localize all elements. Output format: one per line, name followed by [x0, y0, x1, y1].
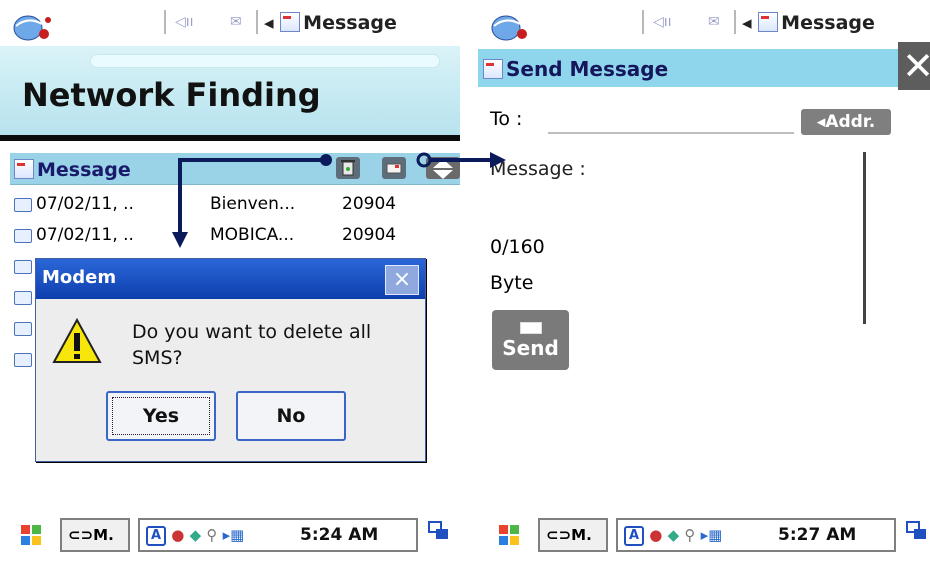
desktop-icon[interactable]	[904, 518, 930, 552]
separator	[256, 10, 258, 34]
network-globe-icon[interactable]	[10, 8, 54, 42]
message-doc-icon	[483, 59, 503, 79]
send-message-title: Send Message	[483, 57, 668, 81]
message-number: 20904	[342, 194, 397, 214]
right-screen: ◁ıı ✉ ◂ Message Send Message ✕ To : ◂Add…	[478, 0, 930, 580]
power-plug-icon[interactable]: ⚲	[206, 526, 217, 544]
message-app-icon	[280, 12, 301, 32]
send-button[interactable]: Send	[492, 310, 569, 370]
message-envelope-icon	[14, 291, 32, 305]
message-envelope-icon	[14, 322, 32, 336]
keyboard-tray-icon[interactable]: ▸▦	[701, 526, 723, 544]
message-text: Bienven...	[210, 194, 296, 214]
clock[interactable]: 5:27 AM	[778, 525, 856, 545]
close-button[interactable]: ✕	[898, 42, 930, 90]
taskbar: ⊂⊃M. A ● ◆ ⚲ ▸▦ 5:24 AM	[0, 514, 460, 556]
network-globe-icon[interactable]	[488, 8, 532, 42]
power-plug-icon[interactable]: ⚲	[684, 526, 695, 544]
message-scrollbar[interactable]	[863, 152, 866, 324]
connection-tray-icon[interactable]: ◆	[668, 526, 680, 544]
left-screen: ◁ıı ✉ ◂ Message Network Finding Message …	[0, 0, 460, 580]
address-book-button[interactable]: ◂Addr.	[801, 109, 891, 135]
message-label: Message :	[490, 158, 586, 180]
warning-icon	[52, 317, 102, 363]
network-tray-icon[interactable]: ●	[649, 526, 662, 544]
speaker-icon[interactable]: ◁ıı	[653, 14, 672, 30]
banner-decoration	[90, 54, 440, 68]
message-number: 20904	[342, 225, 397, 245]
taskbar-app[interactable]: ⊂⊃M.	[60, 518, 130, 552]
window-switch-icon	[906, 521, 926, 539]
send-button-label: Send	[502, 336, 559, 360]
top-bar: ◁ıı ✉ ◂ Message	[478, 0, 930, 46]
message-envelope-icon	[14, 198, 32, 212]
message-date: 07/02/11, ..	[36, 194, 134, 214]
separator	[734, 10, 736, 34]
input-mode-icon[interactable]: A	[146, 525, 166, 546]
trash-icon	[341, 160, 355, 176]
send-message-header: Send Message	[478, 49, 930, 87]
yes-button[interactable]: Yes	[106, 391, 216, 441]
taskbar-app[interactable]: ⊂⊃M.	[538, 518, 608, 552]
app-switch[interactable]: ◂ Message	[264, 12, 397, 34]
message-toolbar-title: Message	[14, 159, 131, 181]
envelope-icon[interactable]: ✉	[230, 14, 242, 30]
list-item[interactable]: 07/02/11, .. MOBICA... 20904	[10, 221, 450, 252]
windows-start-icon[interactable]	[18, 522, 44, 548]
separator	[642, 10, 644, 34]
counter-unit: Byte	[490, 272, 534, 294]
list-item[interactable]: 07/02/11, .. Bienven... 20904	[10, 190, 450, 221]
app-title: Message	[781, 12, 875, 34]
window-switch-icon	[428, 521, 448, 539]
to-input[interactable]	[548, 132, 794, 134]
dialog-message: Do you want to delete all SMS?	[132, 321, 372, 369]
network-banner: Network Finding	[0, 46, 460, 141]
taskbar: ⊂⊃M. A ● ◆ ⚲ ▸▦ 5:27 AM	[478, 514, 930, 556]
address-book-label: Addr.	[825, 112, 876, 132]
new-message-button[interactable]	[382, 157, 406, 179]
delete-all-button[interactable]	[336, 157, 360, 179]
message-envelope-icon	[14, 353, 32, 367]
up-down-arrow-icon	[433, 159, 453, 179]
windows-start-icon[interactable]	[496, 522, 522, 548]
delete-confirm-dialog: Modem × Do you want to delete all SMS? Y…	[35, 258, 426, 462]
message-toolbar: Message	[10, 153, 460, 185]
message-text: MOBICA...	[210, 225, 295, 245]
app-title: Message	[303, 12, 397, 34]
dialog-title: Modem	[42, 267, 117, 288]
message-doc-icon	[14, 159, 34, 179]
scroll-arrows[interactable]	[426, 157, 460, 179]
mail-icon	[519, 322, 542, 334]
keyboard-tray-icon[interactable]: ▸▦	[223, 526, 245, 544]
to-label: To :	[490, 108, 523, 130]
new-mail-icon	[386, 163, 402, 174]
message-app-icon	[758, 12, 779, 32]
envelope-icon[interactable]: ✉	[708, 14, 720, 30]
dialog-close-button[interactable]: ×	[385, 265, 419, 295]
message-date: 07/02/11, ..	[36, 225, 134, 245]
dialog-titlebar: Modem ×	[36, 259, 425, 299]
taskbar-app-label: M.	[93, 526, 114, 544]
connection-tray-icon[interactable]: ◆	[190, 526, 202, 544]
app-switch[interactable]: ◂ Message	[742, 12, 875, 34]
taskbar-app-label: M.	[571, 526, 592, 544]
network-tray-icon[interactable]: ●	[171, 526, 184, 544]
no-button[interactable]: No	[236, 391, 346, 441]
character-counter: 0/160	[490, 236, 545, 258]
input-mode-icon[interactable]: A	[624, 525, 644, 546]
top-bar: ◁ıı ✉ ◂ Message	[0, 0, 460, 46]
banner-title: Network Finding	[22, 76, 321, 114]
message-envelope-icon	[14, 260, 32, 274]
clock[interactable]: 5:24 AM	[300, 525, 378, 545]
message-envelope-icon	[14, 229, 32, 243]
speaker-icon[interactable]: ◁ıı	[175, 14, 194, 30]
separator	[164, 10, 166, 34]
desktop-icon[interactable]	[426, 518, 456, 552]
